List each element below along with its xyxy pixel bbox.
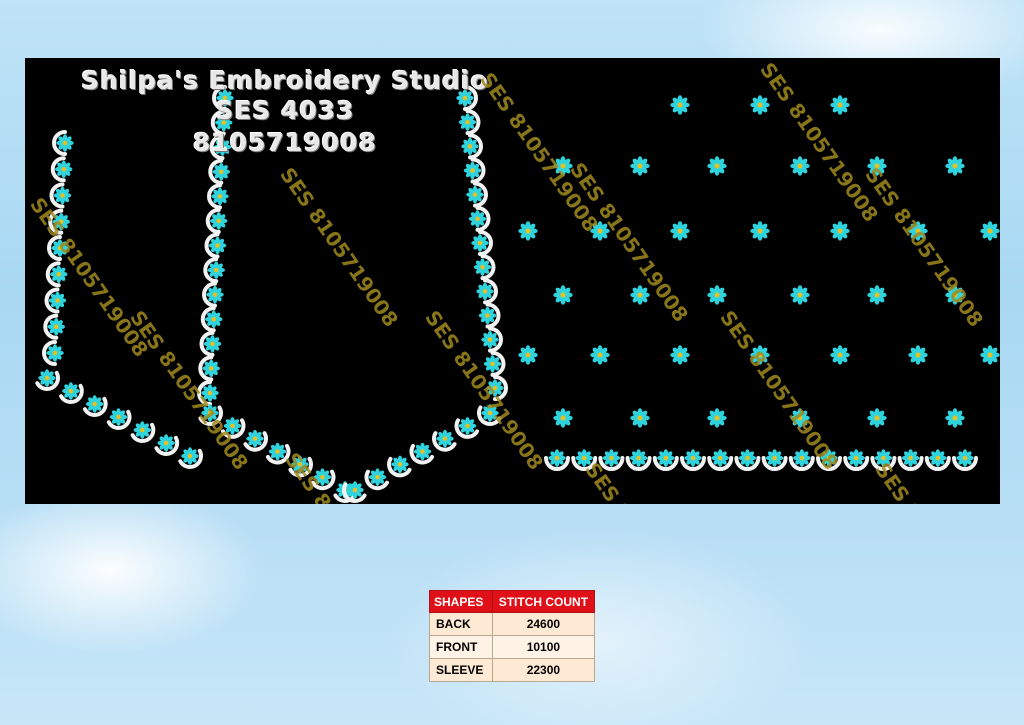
flower-motif	[181, 447, 199, 465]
flower-motif	[602, 449, 621, 467]
flower-motif	[471, 234, 489, 252]
flower-motif	[212, 163, 230, 181]
header-shapes: SHAPES	[429, 590, 493, 613]
table-row: SLEEVE 22300	[429, 658, 596, 682]
flower-motif	[790, 156, 810, 176]
flower-motif	[901, 449, 920, 467]
flower-motif	[268, 442, 287, 461]
flower-motif	[53, 186, 72, 205]
flower-motif	[478, 306, 497, 325]
flower-motif	[684, 449, 702, 467]
flower-motif	[202, 359, 220, 378]
flower-motif	[109, 408, 128, 426]
shape-cell: SLEEVE	[429, 658, 493, 682]
flower-motif	[867, 285, 887, 305]
flower-motif	[765, 449, 784, 467]
flower-motif	[553, 285, 573, 305]
flower-motif	[483, 355, 502, 373]
table-row: BACK 24600	[429, 612, 596, 636]
flower-motif	[463, 161, 482, 180]
flower-motif	[867, 408, 887, 428]
flower-motif	[945, 156, 965, 176]
flower-motif	[473, 258, 492, 276]
flower-motif	[956, 449, 974, 467]
flower-motif	[750, 221, 770, 241]
flower-motif	[670, 95, 690, 115]
flower-motif	[476, 282, 494, 301]
flower-motif	[518, 345, 538, 365]
count-cell: 10100	[491, 635, 596, 659]
flower-motif	[908, 345, 928, 365]
flower-motif	[208, 236, 227, 255]
flower-motif	[48, 291, 67, 310]
flower-motif	[548, 449, 566, 467]
flower-motif	[205, 310, 223, 328]
phone-number: 8105719008	[193, 128, 377, 157]
flower-motif	[980, 345, 1000, 365]
flower-motif	[738, 449, 757, 467]
flower-motif	[481, 330, 499, 349]
count-cell: 22300	[491, 658, 596, 682]
table-row: FRONT 10100	[429, 635, 596, 659]
flower-motif	[630, 408, 650, 428]
flower-motif	[368, 468, 387, 486]
flower-motif	[46, 344, 64, 362]
flower-motif	[468, 210, 487, 228]
flower-motif	[211, 187, 229, 206]
flower-motif	[50, 265, 68, 283]
flower-motif	[553, 408, 573, 428]
flower-motif	[980, 221, 1000, 241]
flower-motif	[670, 345, 690, 365]
flower-motif	[670, 221, 690, 241]
flower-motif	[413, 442, 432, 461]
flower-motif	[707, 156, 727, 176]
studio-name: Shilpa's Embroidery Studio	[81, 66, 489, 95]
flower-motif	[711, 449, 729, 467]
shape-cell: BACK	[429, 612, 493, 636]
flower-motif	[657, 449, 675, 467]
header-stitch-count: STITCH COUNT	[491, 590, 596, 613]
flower-motif	[707, 408, 727, 428]
table-header-row: SHAPES STITCH COUNT	[429, 590, 596, 613]
flower-motif	[38, 369, 56, 387]
count-cell: 24600	[491, 612, 596, 636]
flower-motif	[590, 345, 610, 365]
design-code: SES 4033	[215, 96, 355, 125]
flower-motif	[847, 449, 865, 467]
flower-motif	[707, 285, 727, 305]
flower-motif	[929, 449, 947, 467]
flower-motif	[518, 221, 538, 241]
flower-motif	[47, 318, 65, 336]
flower-motif	[830, 345, 850, 365]
flower-motif	[458, 417, 477, 435]
flower-motif	[203, 335, 222, 353]
flower-motif	[629, 449, 648, 467]
flower-motif	[436, 429, 454, 448]
flower-motif	[790, 285, 810, 305]
flower-motif	[466, 185, 484, 204]
stitch-count-table: SHAPES STITCH COUNT BACK 24600 FRONT 101…	[429, 590, 596, 682]
flower-motif	[750, 95, 770, 115]
flower-motif	[945, 408, 965, 428]
flower-motif	[830, 221, 850, 241]
flower-motif	[85, 395, 104, 413]
flower-motif	[346, 481, 364, 499]
flower-motif	[206, 285, 224, 304]
shape-cell: FRONT	[429, 635, 493, 659]
flower-motif	[55, 160, 73, 178]
embroidery-design-panel: Shilpa's Embroidery Studio SES 4033 8105…	[25, 58, 1000, 504]
flower-motif	[830, 95, 850, 115]
flower-motif	[207, 261, 225, 279]
flower-motif	[157, 434, 175, 452]
flower-motif	[210, 212, 228, 230]
flower-motif	[62, 382, 80, 400]
flower-motif	[391, 455, 409, 474]
flower-motif	[133, 421, 152, 439]
flower-motif	[246, 429, 264, 448]
flower-motif	[630, 156, 650, 176]
